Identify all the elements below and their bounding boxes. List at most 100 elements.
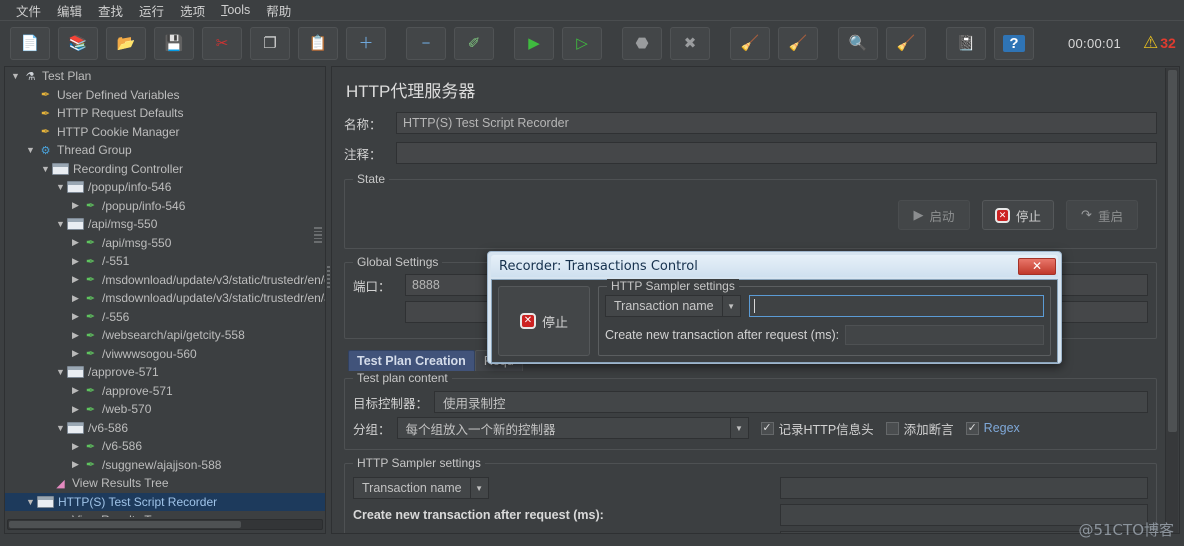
tree-node[interactable]: ▶ ✒ /msdownload/update/v3/static/trustedr/… (5, 271, 325, 290)
tree-node[interactable]: ▶ ✒ /websearch/api/getcity-558 (5, 326, 325, 345)
menu-edit[interactable]: 编辑 (49, 0, 90, 22)
dialog-titlebar[interactable]: Recorder: Transactions Control ✕ (491, 255, 1058, 277)
clear-all-button[interactable]: 🧹 (778, 26, 818, 60)
tree-horizontal-scrollbar[interactable] (7, 519, 323, 530)
help-button[interactable]: ? (994, 26, 1034, 60)
shutdown-button[interactable]: ✖ (670, 26, 710, 60)
cut-button[interactable]: ✂ (202, 26, 242, 60)
stop-button[interactable]: ⬣ (622, 26, 662, 60)
chevron-right-icon[interactable]: ▶ (69, 404, 82, 415)
copy-button[interactable]: ❐ (250, 26, 290, 60)
main-panel-scrollbar[interactable] (1165, 68, 1178, 533)
tree-node[interactable]: ▶ ✒ /viwwwsogou-560 (5, 345, 325, 364)
comment-input[interactable] (396, 142, 1157, 164)
stop-recorder-button[interactable]: ✕ 停止 (982, 200, 1054, 230)
tab-test-plan-creation[interactable]: Test Plan Creation (348, 350, 475, 371)
dialog-create-transaction-input[interactable] (845, 325, 1044, 345)
chevron-down-icon[interactable]: ▼ (24, 145, 37, 155)
chevron-down-icon[interactable]: ▼ (729, 418, 748, 438)
tree-node[interactable]: ▼ /v6-586 (5, 419, 325, 438)
sampler-transaction-name-combo[interactable]: Transaction name ▼ (353, 477, 489, 499)
chevron-down-icon[interactable]: ▼ (9, 71, 22, 81)
chevron-down-icon[interactable]: ▼ (39, 164, 52, 174)
paste-button[interactable]: 📋 (298, 26, 338, 60)
start-no-pauses-button[interactable]: ▷ (562, 26, 602, 60)
menu-file[interactable]: 文件 (8, 0, 49, 22)
start-recorder-button[interactable]: ▶ 启动 (898, 200, 970, 230)
chevron-down-icon[interactable]: ▼ (54, 367, 67, 377)
tree-node[interactable]: ✒ HTTP Cookie Manager (5, 123, 325, 142)
toggle-button[interactable]: ✐ (454, 26, 494, 60)
chevron-right-icon[interactable]: ▶ (69, 348, 82, 359)
chevron-down-icon[interactable]: ▼ (54, 219, 67, 229)
dialog-transaction-name-input[interactable] (748, 295, 1044, 317)
tree-node[interactable]: ▶ ✒ /-556 (5, 308, 325, 327)
test-plan-tree[interactable]: ▼ ⚗ Test Plan ✒ User Defined Variables ✒ HTTP … (5, 67, 325, 517)
chevron-right-icon[interactable]: ▶ (69, 200, 82, 211)
templates-button[interactable]: 📚 (58, 26, 98, 60)
chevron-right-icon[interactable]: ▶ (69, 459, 82, 470)
tree-node[interactable]: ▼ HTTP(S) Test Script Recorder (5, 492, 325, 511)
chevron-right-icon[interactable]: ▶ (69, 330, 82, 341)
tree-node[interactable]: ▶ ✒ /-551 (5, 252, 325, 271)
name-input[interactable]: HTTP(S) Test Script Recorder (396, 112, 1157, 134)
search-button[interactable]: 🔍 (838, 26, 878, 60)
chevron-right-icon[interactable]: ▶ (69, 256, 82, 267)
main-scrollbar-thumb[interactable] (1168, 70, 1177, 432)
open-button[interactable]: 📂 (106, 26, 146, 60)
chevron-right-icon[interactable]: ▶ (69, 385, 82, 396)
clear-button[interactable]: 🧹 (730, 26, 770, 60)
target-controller-combo[interactable]: 使用录制控 (434, 391, 1148, 413)
tree-node[interactable]: ▶ ✒ /msdownload/update/v3/static/trustedr/… (5, 289, 325, 308)
tree-node[interactable]: ▼ /api/msg-550 (5, 215, 325, 234)
tree-node[interactable]: ◢View Results Tree (5, 511, 325, 517)
tree-node[interactable]: ▶ ✒ /approve-571 (5, 382, 325, 401)
menu-tools[interactable]: Tools (213, 1, 258, 19)
menu-help[interactable]: 帮助 (258, 0, 299, 22)
dialog-transaction-name-combo[interactable]: Transaction name ▼ (605, 295, 741, 317)
menu-run[interactable]: 运行 (131, 0, 172, 22)
tree-node[interactable]: ▶ ✒ /web-570 (5, 400, 325, 419)
tree-node[interactable]: ▼ /approve-571 (5, 363, 325, 382)
tree-node[interactable]: ✒ User Defined Variables (5, 86, 325, 105)
chevron-right-icon[interactable]: ▶ (69, 441, 82, 452)
checkbox-regex-matching[interactable]: ✓ Regex (965, 421, 1020, 435)
checkbox-capture-http-headers[interactable]: ✓ 记录HTTP信息头 (760, 419, 874, 438)
tree-node[interactable]: ✒ HTTP Request Defaults (5, 104, 325, 123)
dialog-stop-button[interactable]: ✕ 停止 (498, 286, 590, 356)
sampler-transaction-name-input[interactable] (780, 477, 1148, 499)
tree-node[interactable]: ▶ ✒ /popup/info-546 (5, 197, 325, 216)
tree-node[interactable]: ◢View Results Tree (5, 474, 325, 493)
chevron-right-icon[interactable]: ▶ (69, 293, 82, 304)
tree-node[interactable]: ▼ ⚙ Thread Group (5, 141, 325, 160)
chevron-down-icon[interactable]: ▼ (54, 423, 67, 433)
tree-node[interactable]: ▼ /popup/info-546 (5, 178, 325, 197)
chevron-right-icon[interactable]: ▶ (69, 274, 82, 285)
tree-node[interactable]: ▼ ⚗ Test Plan (5, 67, 325, 86)
function-helper-button[interactable]: 📓 (946, 26, 986, 60)
tree-node[interactable]: ▶ ✒ /api/msg-550 (5, 234, 325, 253)
close-icon[interactable]: ✕ (1018, 257, 1056, 275)
chevron-right-icon[interactable]: ▶ (69, 311, 82, 322)
tree-node[interactable]: ▼ Recording Controller (5, 160, 325, 179)
tree-node[interactable]: ▶ ✒ /suggnew/ajajjson-588 (5, 456, 325, 475)
warning-indicator[interactable]: ⚠ 32 (1143, 33, 1176, 53)
chevron-right-icon[interactable]: ▶ (69, 237, 82, 248)
start-button[interactable]: ▶ (514, 26, 554, 60)
chevron-down-icon[interactable]: ▼ (469, 478, 488, 498)
menu-search[interactable]: 查找 (90, 0, 131, 22)
tree-scrollbar-thumb[interactable] (9, 521, 241, 528)
reset-search-button[interactable]: 🧹 (886, 26, 926, 60)
new-button[interactable]: 📄 (10, 26, 50, 60)
restart-recorder-button[interactable]: ↷ 重启 (1066, 200, 1138, 230)
tree-node[interactable]: ▶ ✒ /v6-586 (5, 437, 325, 456)
grouping-combo[interactable]: 每个组放入一个新的控制器 ▼ (396, 417, 749, 439)
tree-grip-handle[interactable] (314, 227, 322, 243)
collapse-all-button[interactable]: − (406, 26, 446, 60)
expand-all-button[interactable]: ＋ (346, 26, 386, 60)
save-button[interactable]: 💾 (154, 26, 194, 60)
chevron-down-icon[interactable]: ▼ (54, 182, 67, 192)
checkbox-add-assertions[interactable]: 添加断言 (885, 419, 954, 438)
chevron-down-icon[interactable]: ▼ (24, 497, 37, 507)
menu-options[interactable]: 选项 (172, 0, 213, 22)
